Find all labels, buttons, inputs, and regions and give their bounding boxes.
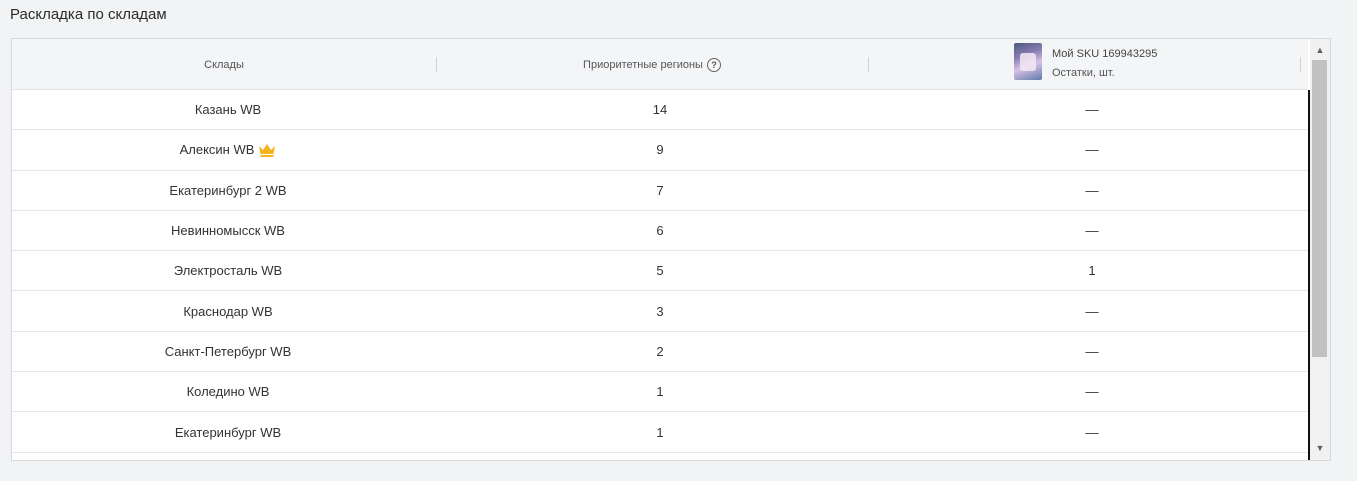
product-thumbnail[interactable] [1014, 43, 1042, 80]
header-warehouses[interactable]: Склады [12, 39, 436, 90]
cell-regions: 14 [652, 102, 668, 118]
cell-regions: 2 [656, 343, 664, 359]
cell-regions: 5 [656, 263, 664, 279]
cell-regions: 7 [656, 182, 664, 198]
table-row[interactable]: Екатеринбург WB 1 — [12, 412, 1308, 453]
scroll-down-arrow-icon[interactable]: ▼ [1310, 438, 1330, 458]
warehouse-name: Невинномысск WB [171, 223, 285, 239]
cell-warehouse: Екатеринбург WB [12, 412, 444, 451]
warehouse-name: Коледино WB [186, 384, 270, 400]
cell-regions: 3 [656, 303, 664, 319]
vertical-scrollbar[interactable]: ▲ ▼ [1310, 39, 1330, 460]
warehouse-name: Екатеринбург 2 WB [169, 182, 287, 198]
warehouse-name: Алексин WB [179, 142, 255, 158]
cell-stock: 1 [1088, 263, 1096, 279]
warehouse-name: Екатеринбург WB [174, 424, 282, 440]
crown-icon [258, 143, 276, 157]
scroll-thumb[interactable] [1312, 60, 1327, 357]
warehouse-name: Электросталь WB [173, 263, 283, 279]
cell-warehouse: Электросталь WB [12, 251, 444, 290]
help-icon[interactable]: ? [706, 57, 721, 72]
table-row[interactable]: Алексин WB 9 — [12, 130, 1308, 171]
cell-warehouse: Екатеринбург 2 WB [12, 171, 444, 210]
table-row[interactable]: Электросталь WB 5 1 [12, 251, 1308, 292]
cell-stock: — [1085, 182, 1099, 198]
cell-stock: — [1085, 102, 1099, 118]
cell-stock: — [1085, 223, 1099, 239]
cell-stock: — [1085, 384, 1099, 400]
header-divider[interactable] [868, 57, 869, 72]
cell-warehouse: Казань WB [12, 90, 444, 129]
cell-stock: — [1085, 142, 1099, 158]
sku-subtitle: Остатки, шт. [1052, 67, 1115, 79]
cell-regions: 1 [656, 384, 664, 400]
cell-stock: — [1085, 343, 1099, 359]
cell-warehouse: Невинномысск WB [12, 211, 444, 250]
warehouse-name: Краснодар WB [183, 303, 273, 319]
section-title: Раскладка по складам [10, 6, 167, 23]
table-row[interactable]: Краснодар WB 3 — [12, 291, 1308, 332]
table-row[interactable]: Санкт-Петербург WB 2 — [12, 332, 1308, 373]
header-regions[interactable]: Приоритетные регионы ? [436, 39, 868, 90]
table-row[interactable]: Невинномысск WB 6 — [12, 211, 1308, 252]
cell-warehouse: Коледино WB [12, 372, 444, 411]
cell-regions: 9 [656, 142, 664, 158]
table-row[interactable]: Коледино WB 1 — [12, 372, 1308, 413]
sku-title: Мой SKU 169943295 [1052, 48, 1158, 60]
table-header: Склады Приоритетные регионы ? Мой SKU 16… [12, 39, 1308, 90]
cell-regions: 1 [656, 424, 664, 440]
warehouse-name: Санкт-Петербург WB [164, 343, 292, 359]
scroll-up-arrow-icon[interactable]: ▲ [1310, 40, 1330, 60]
cell-warehouse: Краснодар WB [12, 291, 444, 330]
header-warehouses-label: Склады [204, 58, 244, 71]
warehouse-table: Склады Приоритетные регионы ? Мой SKU 16… [11, 38, 1331, 461]
table-row[interactable]: Екатеринбург 2 WB 7 — [12, 171, 1308, 211]
cell-stock: — [1085, 424, 1099, 440]
header-sku[interactable]: Мой SKU 169943295 Остатки, шт. [1014, 43, 1157, 83]
cell-warehouse: Алексин WB [12, 130, 444, 169]
cell-warehouse: Санкт-Петербург WB [12, 332, 444, 371]
table-body: Казань WB 14— Алексин WB 9— Екатеринбург 2 W… [12, 90, 1308, 453]
table-row[interactable]: Казань WB 14 — [12, 90, 1308, 131]
header-divider[interactable] [1300, 57, 1301, 72]
cell-regions: 6 [656, 223, 664, 239]
header-regions-label: Приоритетные регионы [583, 58, 703, 71]
cell-stock: — [1085, 303, 1099, 319]
warehouse-name: Казань WB [194, 102, 262, 118]
